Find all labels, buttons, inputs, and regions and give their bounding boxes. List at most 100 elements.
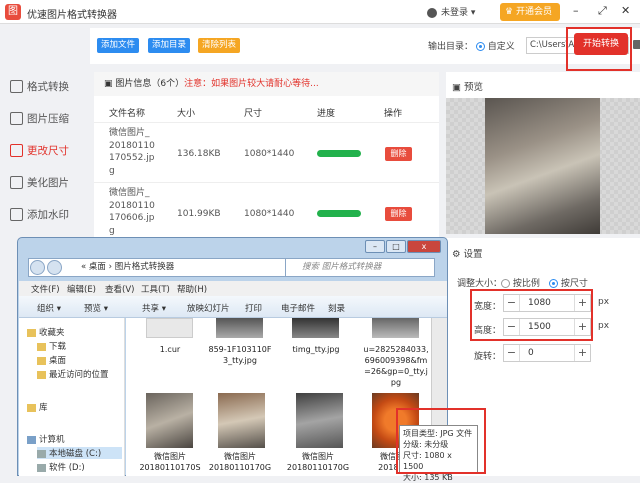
vip-button[interactable]: ♛ 开通会员 (500, 3, 560, 21)
settings-title: ⚙ 设置 (452, 249, 483, 260)
tool-preview[interactable]: 预览 ▾ (84, 302, 108, 314)
output-dir-label: 输出目录： 自定义 (428, 42, 515, 52)
by-ratio-radio[interactable] (501, 279, 510, 288)
nav-computer[interactable]: 计算机 (27, 433, 65, 445)
clear-list-button[interactable]: 清除列表 (198, 38, 241, 53)
rotate-stepper[interactable]: −0 + (503, 344, 591, 362)
file-thumb[interactable] (146, 318, 193, 338)
highlight-box (566, 27, 632, 71)
col-progress: 进度 (317, 109, 336, 119)
preview-area (446, 98, 640, 234)
recent-icon (37, 370, 46, 379)
file-thumb[interactable] (292, 318, 339, 338)
delete-button[interactable]: 删除 (385, 207, 412, 221)
explorer-menubar: 文件(F) 编辑(E) 查看(V) 工具(T) 帮助(H) (19, 281, 447, 296)
nav-library[interactable]: 库 (27, 401, 48, 413)
file-dims: 1080*1440 (244, 209, 295, 219)
custom-dir-radio[interactable] (475, 42, 485, 51)
address-bar[interactable]: « 桌面 › 图片格式转换器 (28, 258, 288, 277)
menu-file[interactable]: 文件(F) (31, 283, 60, 295)
table-row[interactable]: 微信图片_ 20180110 170606.jp g 101.99KB 1080*14… (94, 182, 439, 242)
add-file-button[interactable]: 添加文件 (97, 38, 140, 53)
tool-slideshow[interactable]: 放映幻灯片 (187, 302, 230, 314)
menu-tools[interactable]: 工具(T) (141, 283, 170, 295)
tool-burn[interactable]: 刻录 (328, 302, 345, 314)
add-dir-button[interactable]: 添加目录 (148, 38, 191, 53)
sidebar-item-format[interactable]: 格式转换 (0, 70, 88, 102)
tool-email[interactable]: 电子邮件 (281, 302, 315, 314)
drive-icon (37, 449, 46, 458)
file-label[interactable]: 微信图片 20180110170G (282, 451, 354, 473)
col-size: 大小 (177, 109, 196, 119)
highlight-box (470, 289, 593, 341)
file-label[interactable]: 1.cur (134, 344, 206, 355)
explorer-file-area: 1.cur 859-1F103110F 3_tty.jpg timg_tty.jp… (126, 318, 431, 476)
menu-view[interactable]: 查看(V) (105, 283, 134, 295)
explorer-search-input[interactable]: 搜索 图片格式转换器 (285, 258, 435, 277)
preview-title: ▣ 预览 (452, 82, 484, 93)
nav-drive-c[interactable]: 本地磁盘 (C:) (37, 447, 122, 459)
height-unit: px (598, 321, 610, 331)
by-ratio-option[interactable]: 按比例 (501, 276, 540, 289)
file-thumb[interactable] (216, 318, 263, 338)
nav-desktop[interactable]: 桌面 (37, 354, 66, 366)
close-icon[interactable]: x (407, 240, 441, 253)
preview-image (485, 98, 600, 234)
tool-share[interactable]: 共享 ▾ (142, 302, 166, 314)
file-label[interactable]: timg_tty.jpg (280, 344, 352, 355)
forward-icon[interactable] (47, 260, 62, 275)
progress-bar (317, 210, 361, 217)
maximize-icon[interactable]: □ (386, 240, 406, 253)
maximize-icon[interactable]: ⤢ (598, 4, 607, 18)
table-row[interactable]: 微信图片_ 20180110 170552.jp g 136.18KB 1080*14… (94, 122, 439, 182)
col-name: 文件名称 (109, 109, 146, 119)
menu-help[interactable]: 帮助(H) (177, 283, 207, 295)
minimize-icon[interactable]: – (573, 4, 579, 17)
nav-downloads[interactable]: 下载 (37, 340, 66, 352)
library-icon (27, 403, 36, 412)
table-header: 文件名称 大小 尺寸 进度 操作 (94, 102, 439, 120)
nav-recent[interactable]: 最近访问的位置 (37, 368, 109, 380)
preview-panel: ▣ 预览 (446, 72, 640, 234)
highlight-box (396, 408, 486, 474)
file-label[interactable]: u=2825284033, 696009398&fm =26&gp=0_tty.j p… (360, 344, 432, 388)
col-action: 操作 (384, 109, 403, 119)
sidebar-item-beautify[interactable]: 美化图片 (0, 166, 88, 198)
file-thumb[interactable] (296, 393, 343, 448)
menu-edit[interactable]: 编辑(E) (67, 283, 96, 295)
file-thumb[interactable] (218, 393, 265, 448)
plus-icon[interactable]: + (574, 345, 590, 361)
file-label[interactable]: 微信图片 20180110170G (204, 451, 276, 473)
sidebar-item-compress[interactable]: 图片压缩 (0, 102, 88, 134)
by-size-radio[interactable] (549, 279, 558, 288)
by-size-option[interactable]: 按尺寸 (549, 276, 588, 289)
adjust-label: 调整大小： (457, 279, 503, 289)
file-label[interactable]: 微信图片 20180110170S (134, 451, 206, 473)
tool-print[interactable]: 打印 (245, 302, 262, 314)
file-thumb[interactable] (372, 318, 419, 338)
app-title: 优速图片格式转换器 (27, 10, 117, 21)
minus-icon[interactable]: − (504, 345, 520, 361)
info-header: ▣ 图片信息（6个）注意：如果图片较大请耐心等待... (94, 72, 439, 96)
close-icon[interactable]: ✕ (621, 4, 630, 17)
file-label[interactable]: 859-1F103110F 3_tty.jpg (204, 344, 276, 366)
file-size: 101.99KB (177, 209, 221, 219)
nav-favorites[interactable]: 收藏夹 (27, 326, 65, 338)
rotate-label: 旋转： (474, 352, 502, 362)
sidebar-item-watermark[interactable]: 添加水印 (0, 198, 88, 230)
sidebar-item-resize[interactable]: 更改尺寸 (0, 134, 88, 166)
watermark-icon (10, 207, 23, 221)
width-unit: px (598, 297, 610, 307)
file-dims: 1080*1440 (244, 149, 295, 159)
minimize-icon[interactable]: – (365, 240, 385, 253)
delete-button[interactable]: 删除 (385, 147, 412, 161)
file-name: 微信图片_ 20180110 170606.jp g (109, 188, 155, 236)
login-button[interactable]: 未登录 ▾ (427, 5, 475, 18)
computer-icon (27, 435, 36, 444)
nav-drive-d[interactable]: 软件 (D:) (37, 461, 85, 473)
tool-organize[interactable]: 组织 ▾ (37, 302, 61, 314)
back-icon[interactable] (30, 260, 45, 275)
file-thumb[interactable] (146, 393, 193, 448)
folder-icon[interactable] (633, 40, 640, 49)
progress-bar (317, 150, 361, 157)
